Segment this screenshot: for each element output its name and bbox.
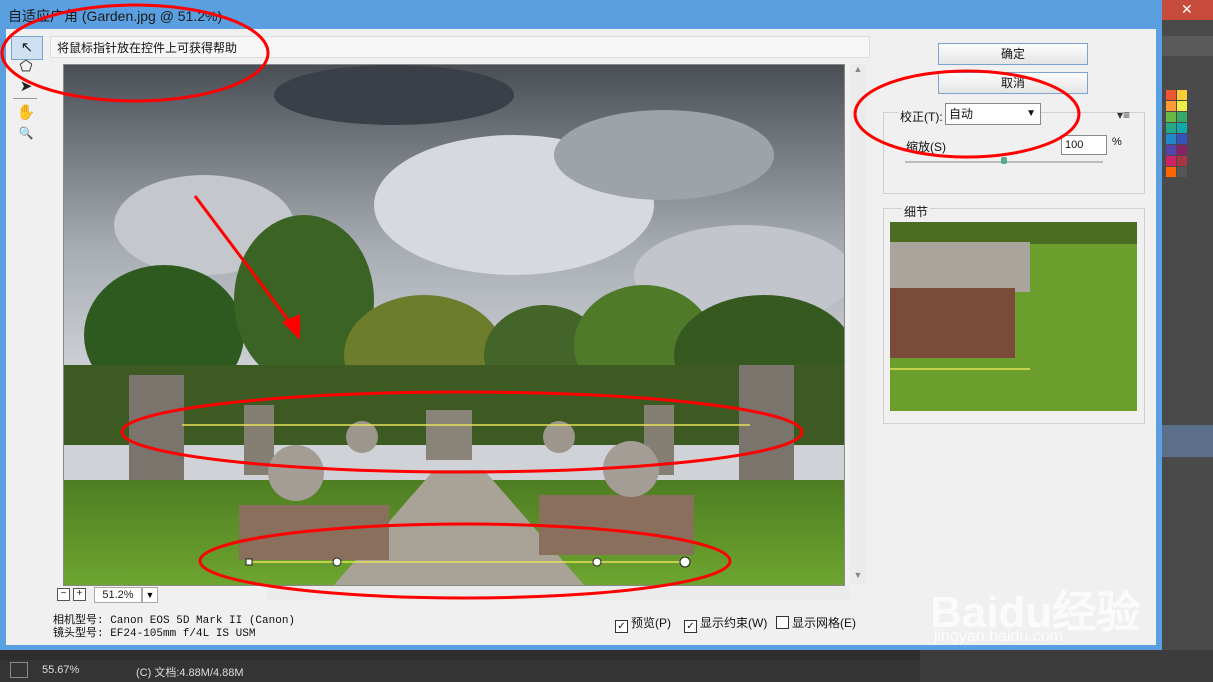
scroll-up-icon[interactable]: ▲ [850,64,866,78]
cancel-button[interactable]: 取消 [938,72,1088,94]
dialog-titlebar[interactable]: 自适应广角 (Garden.jpg @ 51.2%) [0,0,1162,28]
chevron-down-icon: ▼ [1026,108,1036,119]
scale-slider-thumb[interactable] [1001,157,1007,164]
help-bar: 将鼠标指针放在控件上可获得帮助 [50,36,870,58]
status-zoom[interactable]: 55.67% [42,664,79,676]
vertical-scrollbar[interactable]: ▲ ▼ [850,64,866,584]
polygon-constraint-tool-icon[interactable]: ⬠ [11,56,41,78]
dialog-title: 自适应广角 (Garden.jpg @ 51.2%) [8,8,223,24]
image-preview[interactable] [63,64,845,586]
show-grid-label: 显示网格(E) [792,616,856,630]
checkbox-empty-icon [776,616,789,629]
zoom-in-button[interactable]: + [73,588,86,601]
tool-divider [13,98,37,99]
detail-loupe [890,222,1137,411]
workspace-band [0,650,920,660]
scale-field[interactable]: 100 [1061,135,1107,155]
help-text: 将鼠标指针放在控件上可获得帮助 [57,41,238,55]
status-document-size: (C) 文档:4.88M/4.88M [136,667,244,679]
ok-button[interactable]: 确定 [938,43,1088,65]
correction-select[interactable]: 自动 ▼ [945,103,1041,125]
garden-photo [64,65,844,585]
screen-mode-icon[interactable] [10,662,28,678]
checkbox-check-icon: ✓ [684,620,697,633]
layers-panel-footer [920,650,1213,682]
correction-label: 校正(T): [898,108,945,125]
zoom-tool-icon[interactable]: 🔍 [11,122,41,144]
window-close-button[interactable]: ✕ [1162,0,1213,20]
swatches-grid[interactable] [1166,90,1188,182]
show-grid-checkbox[interactable]: 显示网格(E) [776,614,856,631]
move-tool-icon[interactable]: ➤ [11,76,41,98]
scale-unit: % [1112,136,1122,148]
detail-label: 细节 [902,203,931,220]
close-icon: ✕ [1181,1,1193,17]
chevron-down-icon[interactable]: ▼ [142,587,158,603]
scale-label: 缩放(S) [906,140,946,154]
hand-tool-icon[interactable]: ✋ [11,102,41,124]
scroll-down-icon[interactable]: ▼ [850,570,866,584]
photoshop-side-panel: ✕ [1162,0,1213,682]
ps-dropdown[interactable] [1162,36,1213,56]
horizontal-scrollbar[interactable] [267,586,850,600]
layer-row-selected[interactable] [1162,425,1213,457]
preview-checkbox[interactable]: ✓ 预览(P) [615,614,671,633]
baidu-watermark-url: jingyan.baidu.com [934,628,1063,645]
checkbox-check-icon: ✓ [615,620,628,633]
show-constraints-label: 显示约束(W) [700,616,768,630]
panel-menu-icon[interactable]: ▾≡ [1117,108,1130,122]
preview-label: 预览(P) [631,616,671,630]
lens-model: 镜头型号: EF24-105mm f/4L IS USM [53,628,256,640]
correction-value: 自动 [949,107,974,121]
detail-image [890,222,1137,411]
zoom-out-button[interactable]: − [57,588,70,601]
show-constraints-checkbox[interactable]: ✓ 显示约束(W) [684,614,767,633]
zoom-level-field[interactable]: 51.2% [94,587,142,603]
